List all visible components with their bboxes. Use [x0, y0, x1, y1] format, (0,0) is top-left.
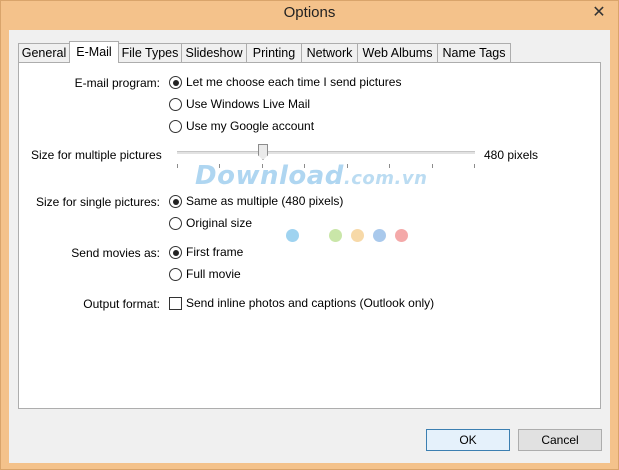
radio-button[interactable]	[169, 217, 182, 230]
radio-button[interactable]	[169, 120, 182, 133]
slider-tick	[389, 164, 390, 168]
option-label: First frame	[186, 245, 244, 259]
email-tab-panel: Download.com.vn E-mail program: Let me c…	[18, 62, 601, 409]
options-window: Options ✕ General E-Mail File Types Slid…	[0, 0, 619, 470]
slider-tick	[177, 164, 178, 168]
option-label: Use Windows Live Mail	[186, 97, 311, 111]
watermark-dot	[329, 229, 342, 242]
cancel-button[interactable]: Cancel	[518, 429, 602, 451]
window-title: Options	[283, 4, 336, 21]
tab-slideshow[interactable]: Slideshow	[181, 43, 247, 62]
tab-file-types[interactable]: File Types	[118, 43, 182, 62]
watermark-dot	[286, 229, 299, 242]
movies-label: Send movies as:	[71, 246, 160, 260]
slider-track[interactable]	[177, 151, 475, 154]
output-format-label: Output format:	[83, 297, 160, 311]
multi-size-slider[interactable]	[177, 144, 475, 170]
slider-tick	[304, 164, 305, 168]
option-label: Send inline photos and captions (Outlook…	[186, 296, 435, 310]
slider-tick	[474, 164, 475, 168]
watermark-dot	[373, 229, 386, 242]
watermark-sub: .com.vn	[343, 168, 428, 189]
watermark-dot	[351, 229, 364, 242]
multi-size-value: 480 pixels	[484, 148, 539, 162]
radio-button[interactable]	[169, 246, 182, 259]
tab-general[interactable]: General	[18, 43, 70, 62]
single-size-label: Size for single pictures:	[35, 195, 160, 209]
slider-tick	[347, 164, 348, 168]
multi-size-label: Size for multiple pictures	[31, 148, 162, 162]
slider-tick	[432, 164, 433, 168]
watermark-dot	[395, 229, 408, 242]
radio-button[interactable]	[169, 195, 182, 208]
radio-button[interactable]	[169, 98, 182, 111]
slider-tick	[219, 164, 220, 168]
tab-name-tags[interactable]: Name Tags	[437, 43, 511, 62]
option-label: Let me choose each time I send pictures	[186, 75, 402, 89]
radio-button[interactable]	[169, 268, 182, 281]
checkbox[interactable]	[169, 297, 182, 310]
tab-network[interactable]: Network	[301, 43, 358, 62]
option-label: Original size	[186, 216, 253, 230]
option-label: Same as multiple (480 pixels)	[186, 194, 344, 208]
title-bar[interactable]: Options ✕	[1, 1, 618, 29]
close-icon: ✕	[592, 4, 606, 21]
slider-thumb[interactable]	[258, 144, 268, 160]
close-button[interactable]: ✕	[588, 3, 610, 23]
radio-button[interactable]	[169, 76, 182, 89]
slider-tick	[262, 164, 263, 168]
tab-email[interactable]: E-Mail	[69, 41, 119, 63]
tab-web-albums[interactable]: Web Albums	[357, 43, 438, 62]
tab-printing[interactable]: Printing	[246, 43, 302, 62]
email-program-label: E-mail program:	[74, 76, 160, 90]
ok-button[interactable]: OK	[426, 429, 510, 451]
option-label: Full movie	[186, 267, 241, 281]
dialog-client-area: General E-Mail File Types Slideshow Prin…	[9, 30, 610, 463]
option-label: Use my Google account	[186, 119, 315, 133]
